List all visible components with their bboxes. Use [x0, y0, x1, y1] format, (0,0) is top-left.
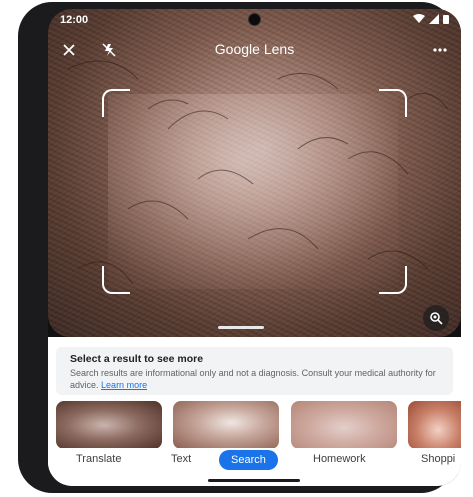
mode-tabs: Translate Text Search Homework Shoppi — [48, 448, 461, 474]
app-title: Google Lens — [214, 41, 295, 57]
wifi-icon — [413, 14, 425, 23]
result-thumbnail[interactable] — [173, 401, 279, 449]
tab-shopping[interactable]: Shoppi — [421, 453, 455, 465]
tab-text[interactable]: Text — [171, 453, 191, 465]
info-text: Search results are informational only an… — [70, 367, 440, 391]
status-bar: 12:00 — [48, 9, 461, 33]
screen: 12:00 Google Lens Select a result to see… — [48, 9, 461, 486]
status-time: 12:00 — [60, 14, 89, 26]
lens-search-icon[interactable] — [423, 305, 449, 331]
camera-preview[interactable]: 12:00 Google Lens — [48, 9, 461, 337]
tab-translate[interactable]: Translate — [76, 453, 121, 465]
battery-icon — [443, 15, 449, 24]
result-thumbnails — [56, 401, 461, 449]
results-sheet: Select a result to see more Search resul… — [48, 337, 461, 486]
app-bar: Google Lens — [48, 33, 461, 67]
result-thumbnail[interactable] — [291, 401, 397, 449]
tab-search[interactable]: Search — [219, 450, 278, 470]
signal-icon — [429, 14, 439, 24]
corner-bottom-right[interactable] — [379, 266, 407, 294]
learn-more-link[interactable]: Learn more — [101, 380, 147, 390]
front-camera — [248, 13, 261, 26]
corner-bottom-left[interactable] — [102, 266, 130, 294]
info-title: Select a result to see more — [70, 353, 204, 365]
more-vert-icon[interactable] — [429, 39, 451, 61]
corner-top-right[interactable] — [379, 89, 407, 117]
info-card: Select a result to see more Search resul… — [56, 347, 453, 395]
corner-top-left[interactable] — [102, 89, 130, 117]
status-icons — [413, 14, 449, 24]
selection-frame[interactable] — [102, 89, 407, 294]
result-thumbnail[interactable] — [408, 401, 461, 449]
gesture-nav-bar[interactable] — [208, 479, 300, 482]
tab-homework[interactable]: Homework — [313, 453, 366, 465]
sheet-drag-handle[interactable] — [218, 326, 264, 329]
phone-frame: 12:00 Google Lens Select a result to see… — [18, 2, 461, 493]
result-thumbnail[interactable] — [56, 401, 162, 449]
